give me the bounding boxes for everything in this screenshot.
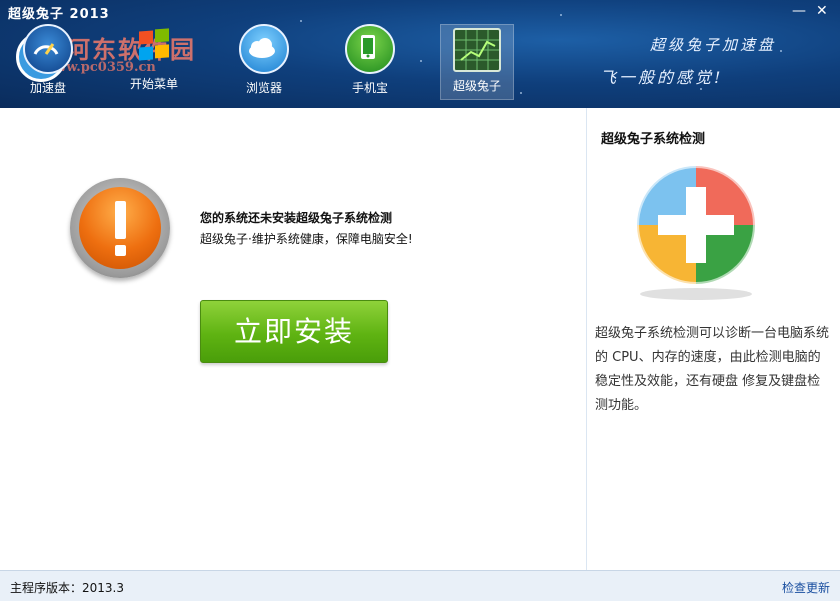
nav-label: 超级兔子: [452, 79, 501, 93]
warning-icon: [70, 178, 170, 278]
install-status-subtitle: 超级兔子·维护系统健康，保障电脑安全!: [200, 232, 413, 246]
side-panel-title: 超级兔子系统检测: [601, 132, 706, 147]
install-status-title: 您的系统还未安装超级兔子系统检测: [200, 211, 393, 225]
install-now-button[interactable]: 立即安装: [200, 300, 388, 363]
nav-item-phone[interactable]: 手机宝: [342, 24, 398, 98]
version-info: 主程序版本：2013.3: [10, 579, 124, 596]
slogan-line2: 飞一般的感觉!: [600, 68, 724, 87]
nav-item-start-menu[interactable]: 开始菜单: [122, 24, 186, 98]
window-title: 超级兔子 2013: [8, 7, 110, 22]
nav-item-super-rabbit[interactable]: 超级兔子: [440, 24, 514, 100]
system-check-icon: [453, 28, 501, 72]
side-panel-description: 超级兔子系统检测可以诊断一台电脑系统的 CPU、内存的速度，由此检测电脑的稳定性…: [595, 326, 830, 413]
speed-gauge-icon: [23, 24, 73, 74]
status-bar: 主程序版本：2013.3 检查更新: [0, 570, 840, 601]
nav-label: 手机宝: [351, 81, 388, 95]
version-label: 主程序版本：: [10, 581, 83, 595]
version-value: 2013.3: [82, 581, 125, 595]
side-panel: 超级兔子系统检测 超级兔子系统检测可以诊断一台电脑系统的 CPU、内存的速度，由…: [586, 108, 840, 570]
phone-icon: [345, 24, 395, 74]
nav-item-browser[interactable]: 浏览器: [236, 24, 292, 98]
close-button[interactable]: ✕: [816, 4, 828, 18]
windows-logo-icon: [131, 24, 177, 70]
check-update-link[interactable]: 检查更新: [782, 579, 830, 596]
system-check-logo-icon: [623, 160, 769, 306]
title-bar-header: 河东软件园 www.pc0359.cn 超级兔子 2013 — ✕ 加速盘 开始…: [0, 0, 840, 108]
nav-label: 加速盘: [29, 81, 66, 95]
nav-label: 浏览器: [245, 81, 282, 95]
nav-label: 开始菜单: [129, 77, 178, 91]
nav-item-speed-disk[interactable]: 加速盘: [20, 24, 76, 98]
main-panel: 您的系统还未安装超级兔子系统检测 超级兔子·维护系统健康，保障电脑安全! 立即安…: [0, 108, 586, 570]
minimize-button[interactable]: —: [792, 4, 806, 18]
slogan-line1: 超级兔子加速盘: [650, 36, 777, 54]
cloud-icon: [239, 24, 289, 74]
